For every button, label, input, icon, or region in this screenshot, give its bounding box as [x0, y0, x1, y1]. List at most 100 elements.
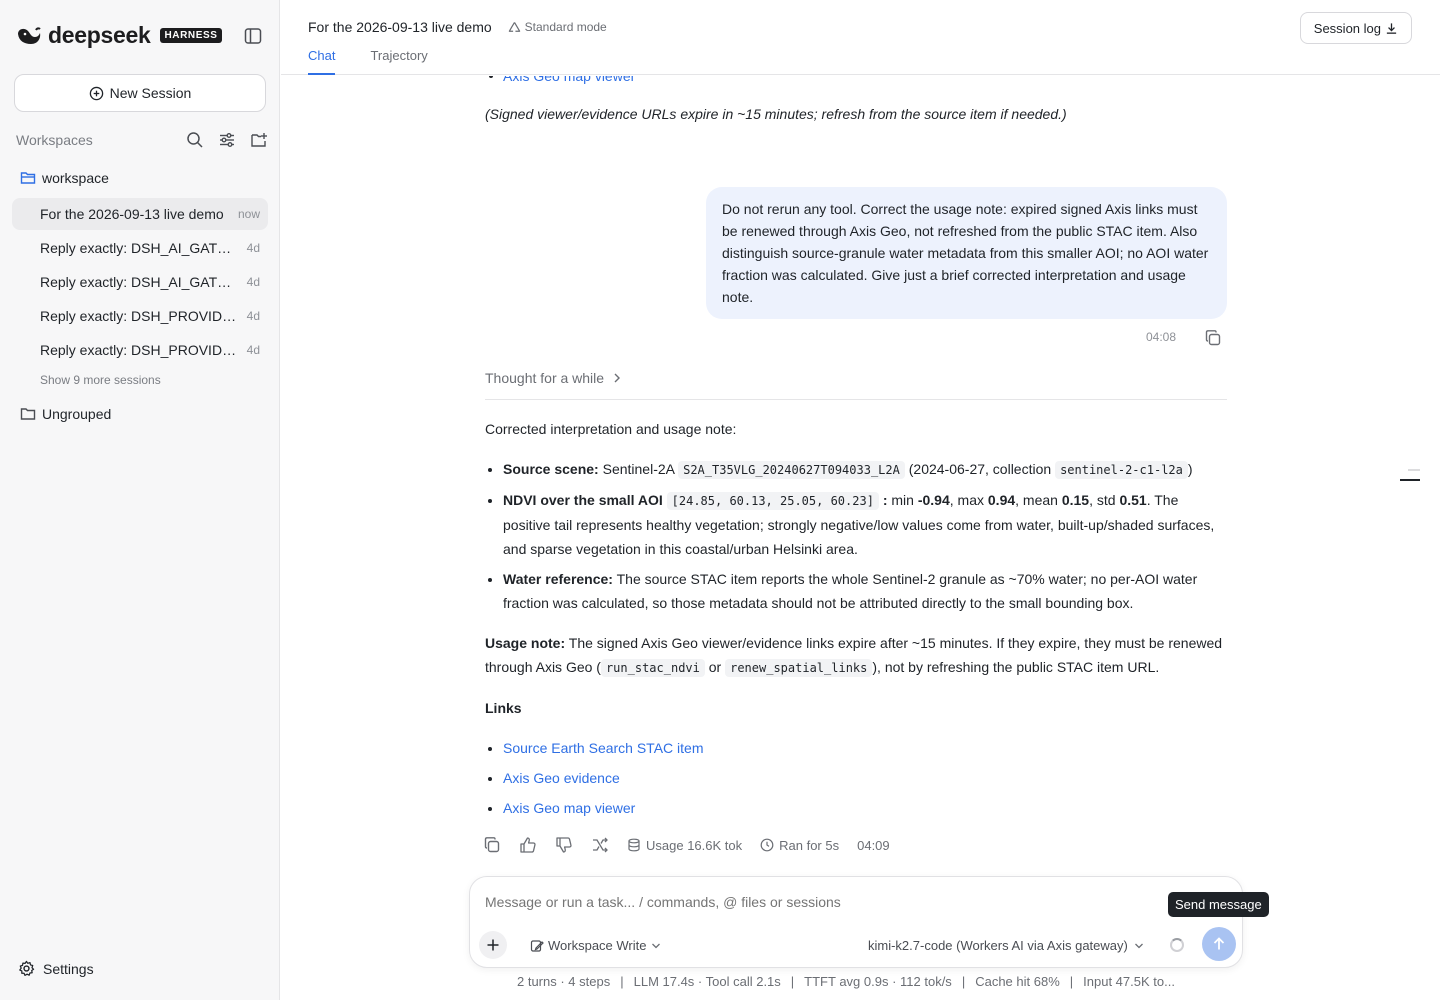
filter-sliders-icon[interactable] — [218, 131, 236, 149]
new-folder-icon[interactable] — [250, 131, 268, 149]
mode-indicator[interactable]: Standard mode — [508, 20, 607, 34]
usage-label: Usage note: — [485, 635, 566, 651]
session-title: Reply exactly: DSH_PROVIDER_SMOKE_OK — [40, 342, 239, 358]
link-axis-geo-map-viewer[interactable]: Axis Geo map viewer — [503, 800, 635, 816]
usage-text: ), not by refreshing the public STAC ite… — [872, 659, 1160, 675]
aoi-bbox-code: [24.85, 60.13, 25.05, 60.23] — [666, 492, 879, 510]
sidebar-toggle-icon[interactable] — [244, 27, 262, 45]
gear-icon — [19, 960, 35, 977]
tool-code: run_stac_ndvi — [600, 659, 705, 677]
chat-title: For the 2026-09-13 live demo — [308, 19, 492, 35]
branch-icon[interactable] — [591, 836, 609, 854]
folder-open-icon — [20, 172, 36, 184]
links-list: Source Earth Search STAC item Axis Geo e… — [485, 736, 1227, 820]
conversation: Axis Geo map viewer (Signed viewer/evide… — [485, 76, 1230, 866]
message-input[interactable] — [485, 894, 1135, 910]
thumbs-down-icon[interactable] — [555, 836, 573, 854]
session-age: 4d — [246, 241, 260, 255]
answer-time: 04:09 — [857, 837, 890, 853]
folder-icon — [20, 408, 36, 420]
tab-trajectory[interactable]: Trajectory — [370, 48, 427, 75]
status-ttft: TTFT avg 0.9s · 112 tok/s — [804, 974, 952, 989]
session-age: 4d — [246, 309, 260, 323]
chat-header: For the 2026-09-13 live demo Standard mo… — [281, 0, 1440, 75]
workspaces-label: Workspaces — [16, 132, 93, 148]
chevron-down-icon — [651, 943, 660, 948]
tab-chat[interactable]: Chat — [308, 48, 336, 75]
session-title: For the 2026-09-13 live demo — [40, 206, 224, 222]
collection-code: sentinel-2-c1-l2a — [1055, 461, 1188, 479]
status-turns: 2 turns · 4 steps — [517, 974, 611, 989]
list-item: Source Earth Search STAC item — [503, 736, 1227, 760]
divider — [485, 399, 1227, 400]
bullet-text: , std — [1089, 492, 1116, 508]
session-title: Reply exactly: DSH_AI_GATEWAY_SMOKE_OK — [40, 274, 239, 290]
logo-text: deepseek — [48, 22, 151, 48]
session-age: 4d — [246, 343, 260, 357]
scroll-position-marker[interactable] — [1400, 468, 1420, 482]
bullet-text: , max — [949, 492, 984, 508]
ndvi-min: -0.94 — [917, 492, 950, 508]
workspace-mode-select[interactable]: Workspace Write — [530, 938, 661, 953]
link-stac-item[interactable]: Source Earth Search STAC item — [503, 740, 703, 756]
link-axis-geo-map-viewer-prev[interactable]: Axis Geo map viewer — [503, 76, 635, 84]
thought-toggle[interactable]: Thought for a while — [485, 370, 622, 386]
bullet-marker — [489, 76, 493, 78]
search-icon[interactable] — [186, 131, 204, 149]
session-item[interactable]: Reply exactly: DSH_PROVIDER_SMOKE_OK 4d — [12, 300, 268, 332]
workspace-folder[interactable]: workspace — [20, 170, 109, 186]
settings-button[interactable]: Settings — [18, 960, 94, 977]
settings-label: Settings — [43, 960, 94, 977]
session-log-label: Session log — [1313, 20, 1381, 36]
status-cache: Cache hit 68% — [975, 974, 1060, 989]
scene-id-code: S2A_T35VLG_20240627T094033_L2A — [678, 461, 905, 479]
logo-badge: HARNESS — [160, 28, 222, 43]
thought-label: Thought for a while — [485, 370, 605, 386]
recycle-icon — [508, 21, 520, 32]
plus-circle-icon — [89, 86, 103, 100]
link-axis-geo-evidence[interactable]: Axis Geo evidence — [503, 770, 620, 786]
user-message-time: 04:08 — [1146, 330, 1177, 344]
bullet-source-scene: Source scene: Sentinel-2A S2A_T35VLG_202… — [503, 457, 1227, 482]
assistant-answer: Corrected interpretation and usage note:… — [485, 417, 1227, 836]
list-item: Axis Geo map viewer — [503, 796, 1227, 820]
thumbs-up-icon[interactable] — [519, 836, 537, 854]
ungrouped-folder[interactable]: Ungrouped — [20, 406, 111, 422]
model-select[interactable]: kimi-k2.7-code (Workers AI via Axis gate… — [868, 938, 1144, 953]
session-item[interactable]: Reply exactly: DSH_AI_GATEWAY_SMOKE_OK 4… — [12, 232, 268, 264]
bullet-label: Water reference: — [503, 571, 613, 587]
runtime-meta: Ran for 5s — [760, 838, 839, 853]
show-more-sessions-link[interactable]: Show 9 more sessions — [40, 373, 161, 387]
session-log-button[interactable]: Session log — [1299, 12, 1412, 44]
bullet-label: NDVI over the small AOI — [503, 492, 663, 508]
ungrouped-label: Ungrouped — [42, 406, 112, 422]
answer-intro: Corrected interpretation and usage note: — [485, 421, 737, 437]
chevron-down-icon — [1134, 943, 1143, 948]
loading-spinner-icon — [1170, 938, 1184, 952]
previous-note: (Signed viewer/evidence URLs expire in ~… — [485, 106, 1067, 122]
send-button[interactable] — [1202, 927, 1236, 961]
answer-bullets: Source scene: Sentinel-2A S2A_T35VLG_202… — [485, 457, 1227, 615]
bullet-text: , mean — [1015, 492, 1058, 508]
answer-actions: Usage 16.6K tok Ran for 5s 04:09 — [483, 836, 890, 854]
session-item[interactable]: For the 2026-09-13 live demo now — [12, 198, 268, 230]
bullet-text: Sentinel-2A — [602, 461, 675, 477]
new-session-button[interactable]: New Session — [14, 74, 266, 112]
session-age: now — [237, 207, 260, 221]
attach-button[interactable] — [479, 931, 507, 959]
session-item[interactable]: Reply exactly: DSH_AI_GATEWAY_SMOKE_OK 4… — [12, 266, 268, 298]
ndvi-std: 0.51 — [1119, 492, 1147, 508]
status-input: Input 47.5K to... — [1083, 974, 1175, 989]
ndvi-mean: 0.15 — [1061, 492, 1090, 508]
copy-icon[interactable] — [483, 836, 501, 854]
bullet-label: Source scene: — [503, 461, 599, 477]
session-item[interactable]: Reply exactly: DSH_PROVIDER_SMOKE_OK 4d — [12, 334, 268, 366]
usage-meta: Usage 16.6K tok — [627, 838, 742, 853]
logo: deepseek HARNESS — [16, 22, 222, 49]
bullet-ndvi: NDVI over the small AOI [24.85, 60.13, 2… — [503, 488, 1227, 561]
links-heading: Links — [485, 700, 522, 716]
copy-icon[interactable] — [1204, 329, 1222, 347]
status-line: 2 turns · 4 steps | LLM 17.4s · Tool call … — [517, 974, 1175, 989]
session-title: Reply exactly: DSH_AI_GATEWAY_SMOKE_OK — [40, 240, 239, 256]
usage-note: Usage note: The signed Axis Geo viewer/e… — [485, 631, 1227, 680]
